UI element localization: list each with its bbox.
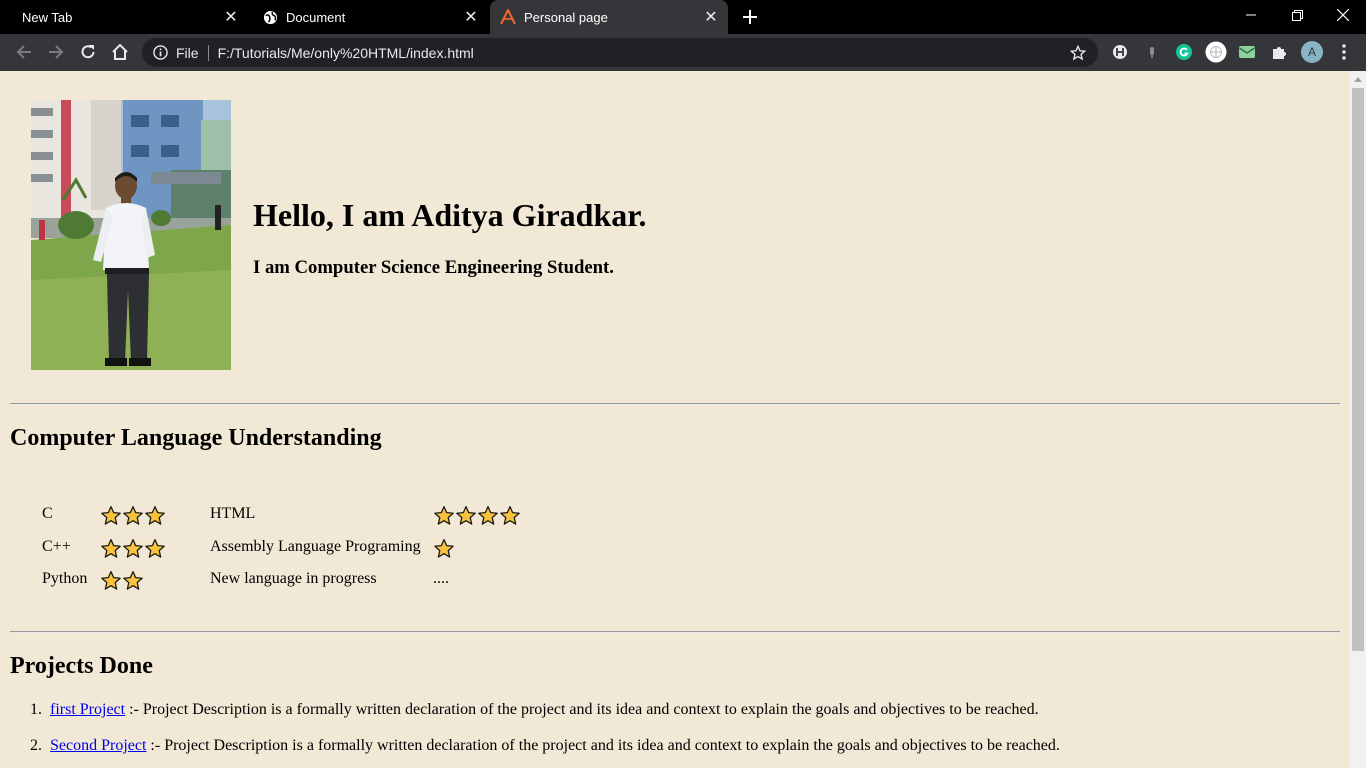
language-name: HTML	[210, 505, 256, 522]
star-icon	[145, 506, 165, 525]
minimize-button[interactable]	[1228, 0, 1274, 30]
star-rating	[100, 505, 166, 527]
list-item: 2. Second Project :- Project Description…	[30, 737, 1060, 755]
home-button[interactable]	[106, 38, 134, 66]
language-name: Assembly Language Programing	[210, 538, 421, 555]
minimize-icon	[1246, 14, 1256, 16]
tab-title: Document	[286, 9, 346, 25]
project-description: :- Project Description is a formally wri…	[146, 737, 1060, 754]
star-icon	[456, 506, 476, 525]
a-logo-icon	[500, 9, 516, 25]
extension-h-icon[interactable]	[1110, 42, 1130, 62]
star-rating	[100, 538, 166, 560]
star-icon	[101, 571, 121, 590]
extensions-puzzle-icon[interactable]	[1269, 42, 1289, 62]
tab-personal-page[interactable]: Personal page ✕	[490, 0, 728, 34]
language-name: Python	[42, 570, 88, 587]
project-description: :- Project Description is a formally wri…	[125, 701, 1039, 718]
language-name: C++	[42, 538, 71, 555]
star-icon	[500, 506, 520, 525]
star-icon	[145, 539, 165, 558]
url-text[interactable]: F:/Tutorials/Me/only%20HTML/index.html	[218, 45, 1068, 61]
divider	[207, 44, 209, 61]
star-rating	[100, 570, 144, 592]
project-link[interactable]: Second Project	[50, 737, 146, 754]
close-icon[interactable]: ✕	[702, 8, 720, 26]
list-number: 1.	[30, 701, 42, 718]
close-icon[interactable]: ✕	[222, 8, 240, 26]
profile-avatar[interactable]: A	[1301, 41, 1323, 63]
forward-button[interactable]	[42, 38, 70, 66]
close-icon[interactable]: ✕	[462, 8, 480, 26]
extension-mail-icon[interactable]	[1237, 42, 1257, 62]
home-icon	[112, 43, 128, 60]
personal-page: Hello, I am Aditya Giradkar. I am Comput…	[0, 71, 1350, 768]
star-icon	[478, 506, 498, 525]
hero-title: Hello, I am Aditya Giradkar.	[253, 197, 647, 233]
tab-new-tab[interactable]: New Tab ✕	[0, 0, 248, 34]
star-icon	[101, 506, 121, 525]
star-icon	[123, 506, 143, 525]
reload-icon	[81, 45, 95, 59]
hero-subtitle: I am Computer Science Engineering Studen…	[253, 257, 614, 278]
info-icon[interactable]	[152, 45, 168, 61]
star-icon	[434, 539, 454, 558]
globe-icon	[262, 9, 278, 25]
window-close-button[interactable]	[1320, 0, 1366, 30]
scroll-up-arrow-icon[interactable]	[1350, 71, 1366, 88]
extension-globe-icon[interactable]	[1205, 41, 1227, 63]
scrollbar-thumb[interactable]	[1352, 88, 1364, 651]
plus-icon	[743, 10, 757, 24]
grammarly-icon[interactable]	[1174, 42, 1194, 62]
profile-photo	[31, 100, 231, 370]
star-rating	[433, 538, 455, 560]
star-rating	[433, 505, 521, 527]
language-name: New language in progress	[210, 570, 377, 587]
restore-button[interactable]	[1274, 0, 1320, 30]
tab-document[interactable]: Document ✕	[252, 0, 488, 34]
tab-title: New Tab	[22, 9, 73, 25]
star-icon	[434, 506, 454, 525]
bookmark-star-icon[interactable]	[1068, 43, 1088, 63]
tab-strip: New Tab ✕ Document ✕ Personal page ✕	[0, 0, 1366, 34]
arrow-left-icon	[16, 45, 31, 59]
star-icon	[101, 539, 121, 558]
more-menu-icon[interactable]	[1334, 42, 1354, 62]
reload-button[interactable]	[74, 38, 102, 66]
star-icon	[123, 539, 143, 558]
rating-placeholder: ....	[433, 570, 449, 587]
list-number: 2.	[30, 737, 42, 754]
new-tab-button[interactable]	[738, 5, 762, 29]
address-bar[interactable]: File F:/Tutorials/Me/only%20HTML/index.h…	[142, 38, 1098, 67]
star-icon	[123, 571, 143, 590]
tab-title: Personal page	[524, 9, 608, 25]
page-viewport: Hello, I am Aditya Giradkar. I am Comput…	[0, 71, 1366, 768]
language-name: C	[42, 505, 53, 522]
vertical-scrollbar[interactable]	[1350, 71, 1366, 768]
projects-section-title: Projects Done	[10, 653, 153, 679]
close-icon	[1337, 9, 1349, 21]
divider	[10, 403, 1340, 405]
list-item: 1. first Project :- Project Description …	[30, 701, 1039, 719]
arrow-right-icon	[49, 45, 64, 59]
restore-icon	[1291, 9, 1303, 21]
scheme-label: File	[176, 44, 199, 61]
project-link[interactable]: first Project	[50, 701, 125, 718]
extension-microphone-icon[interactable]	[1142, 42, 1162, 62]
browser-toolbar: File F:/Tutorials/Me/only%20HTML/index.h…	[0, 34, 1366, 71]
languages-section-title: Computer Language Understanding	[10, 425, 382, 451]
profile-initial: A	[1307, 45, 1316, 59]
back-button[interactable]	[10, 38, 38, 66]
divider	[10, 631, 1340, 633]
